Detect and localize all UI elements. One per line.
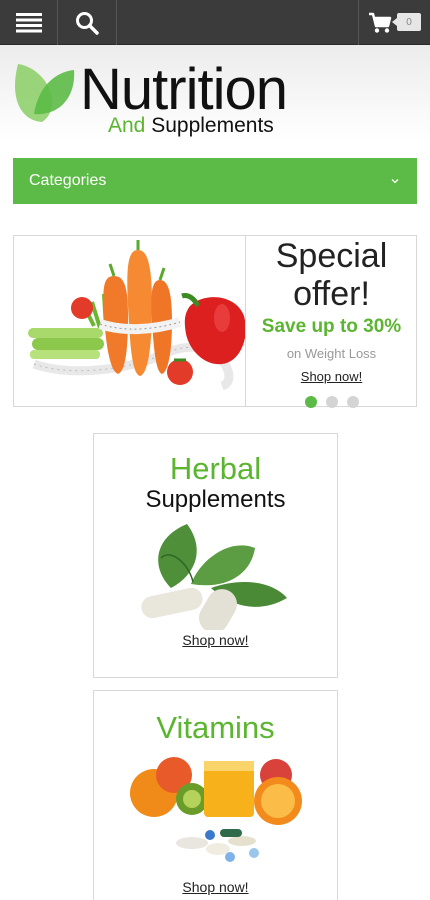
offer-shop-now-link[interactable]: Shop now! [301,369,362,384]
card-title-herbal: Herbal [169,451,262,486]
slider-dot-2[interactable] [325,396,338,408]
search-button[interactable] [58,0,117,45]
herbal-capsules-image [140,524,287,630]
top-bar: 0 [0,0,430,45]
slider-dot-1[interactable] [304,396,317,408]
leaf-logo-icon [15,64,75,122]
product-card-vitamins[interactable]: Vitamins Shop now! [93,690,338,900]
product-card-herbal[interactable]: Herbal Supplements Shop now! [93,433,338,678]
logo-subtitle: And Supplements [108,114,274,138]
card-subtitle-supplements: Supplements [145,486,286,513]
special-offer-banner[interactable]: Special offer! Save up to 30% on Weight … [13,235,417,408]
hamburger-menu-icon [15,12,42,32]
cart-count-badge: 0 [392,13,421,31]
vegetables-tape-image [14,236,246,406]
offer-text: Special offer! Save up to 30% on Weight … [247,236,416,408]
vitamins-shop-now-link[interactable]: Shop now! [182,879,248,895]
categories-dropdown[interactable]: Categories [13,158,417,204]
logo-title: Nutrition [80,57,288,122]
offer-save-text: Save up to 30% [261,316,402,337]
vitamins-fruit-image [129,757,302,862]
site-logo[interactable]: Nutrition And Supplements [12,58,312,142]
shopping-cart-icon [369,12,392,33]
search-icon [76,11,99,35]
cart-button[interactable]: 0 [358,0,430,45]
categories-label: Categories [29,172,107,189]
herbal-shop-now-link[interactable]: Shop now! [182,632,248,648]
chevron-down-icon [391,179,399,184]
offer-title-line1: Special [275,237,388,275]
card-title-vitamins: Vitamins [156,710,275,745]
slider-dot-3[interactable] [346,396,359,408]
offer-title-line2: offer! [293,275,370,313]
slider-pagination [247,396,416,408]
logo-subtitle-dark: Supplements [145,114,274,137]
offer-note: on Weight Loss [286,346,377,361]
logo-subtitle-green: And [108,114,146,137]
menu-button[interactable] [0,0,58,45]
